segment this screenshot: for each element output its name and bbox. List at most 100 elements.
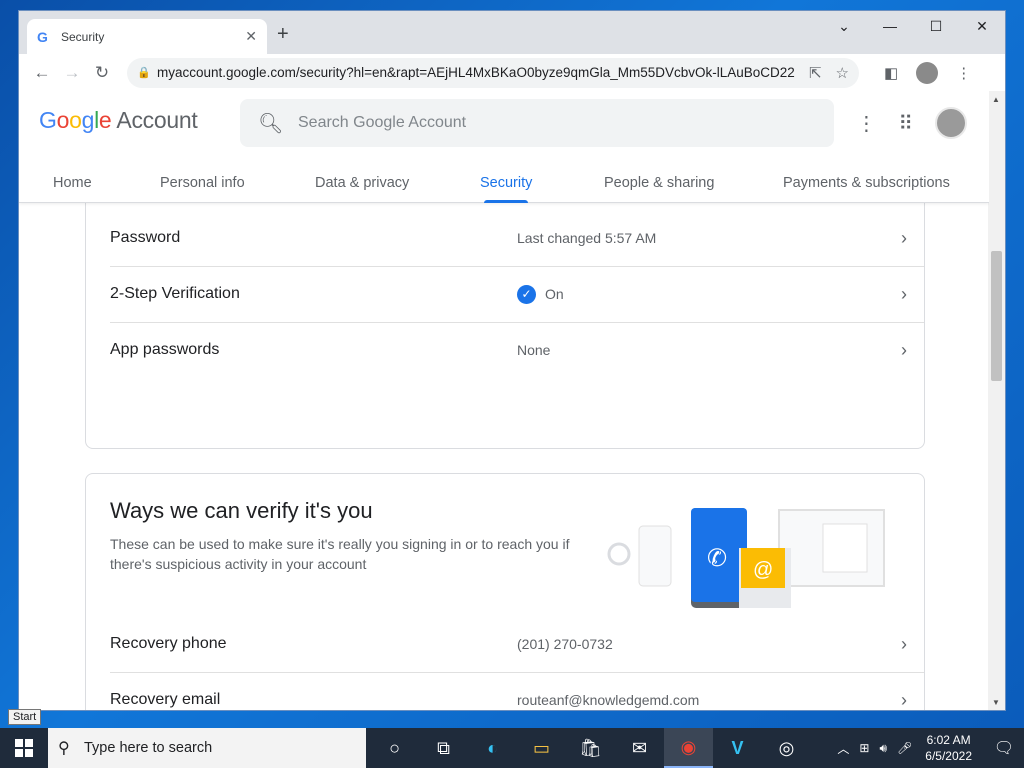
forward-arrow-icon[interactable]: → (57, 63, 87, 83)
google-account-logo[interactable]: Google Account (39, 107, 198, 134)
account-avatar-icon[interactable] (935, 107, 967, 139)
microsoft-store-icon[interactable]: 🛍︎ (566, 728, 615, 768)
close-window-icon[interactable]: ✕ (959, 11, 1005, 41)
tab-home[interactable]: Home (53, 163, 92, 203)
row-value: (201) 270-0732 (517, 636, 613, 652)
notification-icon[interactable]: 🗨︎ (984, 738, 1024, 758)
checkmark-icon: ✓ (517, 284, 536, 304)
verify-card-title: Ways we can verify it's you (110, 498, 373, 523)
mail-icon[interactable]: ✉ (615, 728, 664, 768)
logo-letter: o (56, 107, 70, 133)
at-sign-icon: @ (753, 559, 773, 581)
two-step-verification-row[interactable]: 2-Step Verification ✓ On › (110, 266, 924, 322)
password-row[interactable]: Password Last changed 5:57 AM › (110, 210, 924, 266)
bookmark-star-icon[interactable]: ☆ (836, 64, 849, 82)
tab-people-sharing[interactable]: People & sharing (604, 163, 714, 203)
verify-illustration: ✆ @ (607, 508, 885, 608)
share-icon[interactable]: ⇱ (809, 64, 822, 82)
maximize-icon[interactable]: ☐ (913, 11, 959, 41)
row-label: Password (110, 229, 181, 246)
account-search-box[interactable]: 🔍︎ (240, 99, 834, 147)
tab-search-chevron-icon[interactable]: ⌄ (821, 11, 867, 41)
scroll-down-icon[interactable]: ▼ (992, 698, 1000, 707)
tab-strip: G Security ✕ + ⌄ — ☐ ✕ (19, 11, 1005, 54)
scroll-up-icon[interactable]: ▲ (992, 95, 1000, 104)
tab-title: Security (61, 29, 105, 44)
reload-icon[interactable]: ↻ (87, 63, 117, 83)
app-passwords-row[interactable]: App passwords None › (110, 322, 924, 378)
chrome-icon[interactable]: ◉ (664, 728, 713, 768)
system-clock[interactable]: 6:02 AM 6/5/2022 (925, 732, 972, 764)
apps-grid-icon[interactable]: ⠿ (898, 111, 913, 136)
windows-logo-icon (15, 739, 33, 757)
page-scrollbar[interactable]: ▲ ▼ (988, 91, 1005, 710)
row-label: Recovery email (110, 691, 221, 708)
side-panel-icon[interactable]: ◧ (884, 64, 898, 82)
tab-personal-info[interactable]: Personal info (160, 163, 245, 203)
lock-icon: 🔒 (137, 67, 151, 79)
account-search-input[interactable] (298, 114, 816, 132)
more-options-icon[interactable]: ⋮ (856, 111, 876, 136)
file-explorer-icon[interactable]: ▭ (517, 728, 566, 768)
logo-account-text: Account (116, 107, 198, 133)
cortana-icon[interactable]: ○ (370, 728, 419, 768)
clock-date: 6/5/2022 (925, 749, 972, 763)
tab-security[interactable]: Security (480, 163, 532, 203)
page-content: ** Password Last changed 5:57 AM › 2-Ste… (19, 91, 989, 710)
phone-icon: ✆ (707, 545, 727, 572)
scrollbar-thumb[interactable] (991, 251, 1002, 381)
header-actions: ⋮ ⠿ (834, 107, 967, 139)
network-icon[interactable]: ⊞ (859, 741, 869, 755)
row-value: Last changed 5:57 AM (517, 230, 657, 246)
row-value: routeanf@knowledgemd.com (517, 692, 700, 708)
logo-letter: G (39, 107, 57, 133)
account-nav-tabs: Home Personal info Data & privacy Securi… (19, 163, 989, 203)
chevron-right-icon: › (901, 283, 907, 304)
row-value-wrap: ✓ On (517, 284, 884, 304)
search-icon[interactable]: 🔍︎ (258, 111, 298, 136)
url-text[interactable]: myaccount.google.com/security?hl=en&rapt… (157, 65, 795, 80)
chevron-right-icon: › (901, 689, 907, 710)
google-account-header: GoogleAccount 🔍︎ ⋮ ⠿ Home Personal info … (19, 91, 989, 203)
google-favicon-icon: G (37, 28, 48, 45)
chevron-right-icon: › (901, 227, 907, 248)
window-controls: ⌄ — ☐ ✕ (821, 11, 1005, 41)
chevron-up-icon[interactable]: ︿ (837, 740, 849, 757)
taskbar-search-text: Type here to search (84, 740, 213, 756)
address-bar[interactable]: 🔒 myaccount.google.com/security?hl=en&ra… (127, 57, 859, 88)
row-label: App passwords (110, 341, 220, 358)
tab-data-privacy[interactable]: Data & privacy (315, 163, 409, 203)
obs-icon[interactable]: ◎ (762, 728, 811, 768)
row-value: On (545, 286, 564, 302)
edge-icon[interactable]: ◐ (468, 728, 517, 768)
v-app-icon[interactable]: V (713, 728, 762, 768)
minimize-icon[interactable]: — (867, 11, 913, 41)
close-tab-icon[interactable]: ✕ (245, 28, 257, 45)
start-button[interactable] (0, 728, 48, 768)
system-tray: ︿ ⊞ 🔊︎ 🎤︎ 6:02 AM 6/5/2022 🗨︎ (832, 728, 1024, 768)
profile-avatar-icon[interactable] (916, 61, 939, 84)
volume-icon[interactable]: 🔊︎ (879, 741, 887, 756)
search-icon: ⚲ (58, 740, 70, 757)
back-arrow-icon[interactable]: ← (27, 63, 57, 83)
new-tab-icon[interactable]: + (277, 23, 289, 46)
browser-window: G Security ✕ + ⌄ — ☐ ✕ ← → ↻ 🔒 myaccount… (18, 10, 1006, 711)
row-label: 2-Step Verification (110, 285, 240, 302)
browser-toolbar: ← → ↻ 🔒 myaccount.google.com/security?hl… (19, 54, 1005, 91)
verify-card-description: These can be used to make sure it's real… (110, 536, 570, 572)
taskbar-apps: ○ ⧉ ◐ ▭ 🛍︎ ✉ ◉ V ◎ (370, 728, 811, 768)
microphone-icon[interactable]: 🎤︎ (897, 741, 912, 755)
browser-tab-security[interactable]: G Security ✕ (27, 19, 267, 54)
row-value: None (517, 342, 551, 358)
chevron-right-icon: › (901, 633, 907, 654)
tab-payments-subscriptions[interactable]: Payments & subscriptions (783, 163, 950, 203)
recovery-phone-row[interactable]: Recovery phone (201) 270-0732 › (110, 616, 924, 672)
recovery-email-row[interactable]: Recovery email routeanf@knowledgemd.com … (110, 672, 924, 710)
task-view-icon[interactable]: ⧉ (419, 728, 468, 768)
taskbar-search-box[interactable]: ⚲ Type here to search (48, 728, 366, 768)
logo-letter: o (69, 107, 82, 133)
browser-menu-icon[interactable]: ⋮ (956, 64, 971, 82)
row-label: Recovery phone (110, 635, 227, 652)
toolbar-actions: ◧ ⋮ (875, 61, 980, 84)
verify-card: Ways we can verify it's you These can be… (85, 473, 925, 710)
